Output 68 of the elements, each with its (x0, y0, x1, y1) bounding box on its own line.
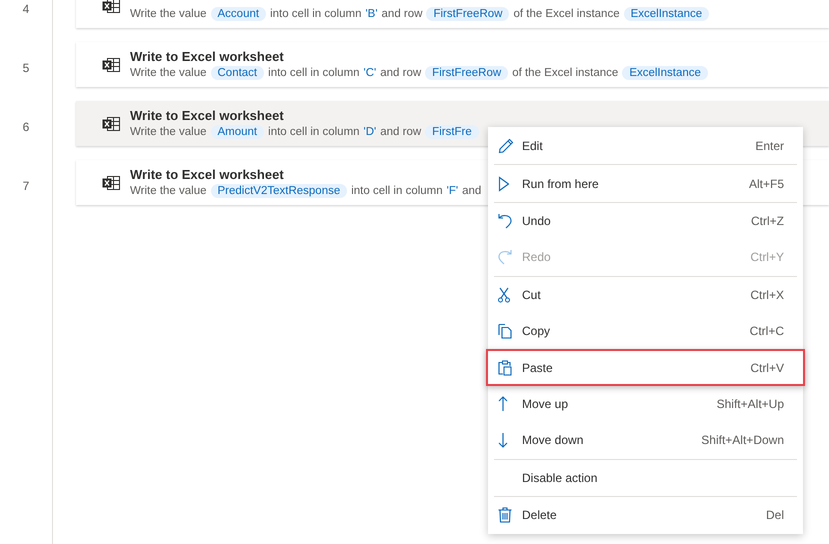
line-number: 6 (22, 120, 30, 134)
shortcut-text: Alt+F5 (748, 176, 784, 191)
menu-item[interactable]: Copy Ctrl+C (488, 312, 803, 350)
trash-icon (498, 507, 512, 524)
shortcut-text: Shift+Alt+Up (716, 396, 784, 411)
column-literal: 'D' (364, 126, 376, 138)
menu-item[interactable]: Delete Del (488, 496, 803, 534)
variable-token: PredictV2TextResponse (210, 184, 348, 198)
description-text: into cell in column (268, 67, 360, 79)
scissors-icon (498, 286, 510, 303)
action-title: Write to Excel worksheet (130, 108, 285, 123)
line-number: 5 (22, 60, 30, 74)
description-text: and row (380, 126, 422, 138)
shortcut-text: Ctrl+Z (751, 214, 784, 228)
arrow-up-icon (498, 396, 508, 412)
variable-token: FirstFre (425, 125, 479, 139)
description-text: Write the value (130, 8, 206, 20)
shortcut-text: Ctrl+C (750, 324, 784, 338)
shortcut-text: Ctrl+X (750, 288, 784, 302)
description-text: into cell in column (270, 8, 362, 20)
variable-token: ExcelInstance (622, 66, 708, 80)
menu-item[interactable]: Paste Ctrl+V (486, 349, 805, 386)
menu-item[interactable]: Move up Shift+Alt+Up (488, 386, 803, 422)
spreadsheet-icon (102, 0, 120, 14)
description-text: and row (380, 67, 422, 79)
variable-token: Amount (210, 125, 264, 139)
column-literal: 'B' (365, 8, 378, 20)
spreadsheet-icon (102, 56, 120, 72)
description-text: Write the value (130, 67, 206, 79)
spreadsheet-icon (102, 116, 120, 132)
action-title: Write to Excel worksheet (130, 167, 285, 182)
menu-item[interactable]: Undo Ctrl+Z (488, 202, 803, 240)
shortcut-text: Ctrl+V (750, 360, 784, 375)
line-number: 4 (22, 2, 30, 16)
variable-token: ExcelInstance (624, 7, 710, 21)
description-text: and (462, 185, 482, 197)
action-card[interactable]: Write the value Account into cell in column 'B' and row FirstFreeRow of the Excel instance ExcelInstance (76, 0, 829, 28)
column-literal: 'F' (446, 185, 458, 197)
variable-token: Account (210, 7, 266, 21)
menu-item[interactable]: Run from here Alt+F5 (488, 165, 803, 202)
redo-icon (498, 249, 512, 266)
shortcut-text: Shift+Alt+Down (701, 433, 784, 448)
description-text: and row (382, 8, 422, 20)
arrow-down-icon (498, 432, 508, 448)
column-literal: 'C' (364, 67, 376, 79)
copy-icon (498, 323, 512, 340)
menu-item[interactable]: Move down Shift+Alt+Down (488, 422, 803, 459)
variable-token: Contact (210, 66, 264, 80)
pencil-icon (498, 138, 514, 154)
variable-token: FirstFreeRow (425, 66, 508, 80)
line-number: 7 (22, 178, 30, 192)
description-text: of the Excel instance (512, 67, 618, 79)
description-text: into cell in column (351, 185, 443, 197)
play-icon (498, 176, 510, 192)
spreadsheet-icon (102, 174, 120, 190)
action-title: Write to Excel worksheet (130, 49, 285, 64)
variable-token: FirstFreeRow (426, 7, 510, 21)
action-card[interactable]: Write to Excel worksheet Write the value Contact into cell in column 'C' and row FirstFreeRow of the Excel instance ExcelInstance (76, 42, 829, 87)
description-text: of the Excel instance (513, 8, 620, 20)
description-text: Write the value (130, 126, 206, 138)
shortcut-text: Ctrl+Y (750, 250, 784, 264)
menu-item[interactable]: Disable action (488, 460, 803, 496)
paste-icon (498, 360, 512, 376)
description-text: into cell in column (268, 126, 360, 138)
menu-item[interactable]: Cut Ctrl+X (488, 276, 803, 313)
description-text: Write the value (130, 185, 206, 197)
shortcut-text: Del (766, 508, 784, 522)
undo-icon (498, 212, 512, 229)
